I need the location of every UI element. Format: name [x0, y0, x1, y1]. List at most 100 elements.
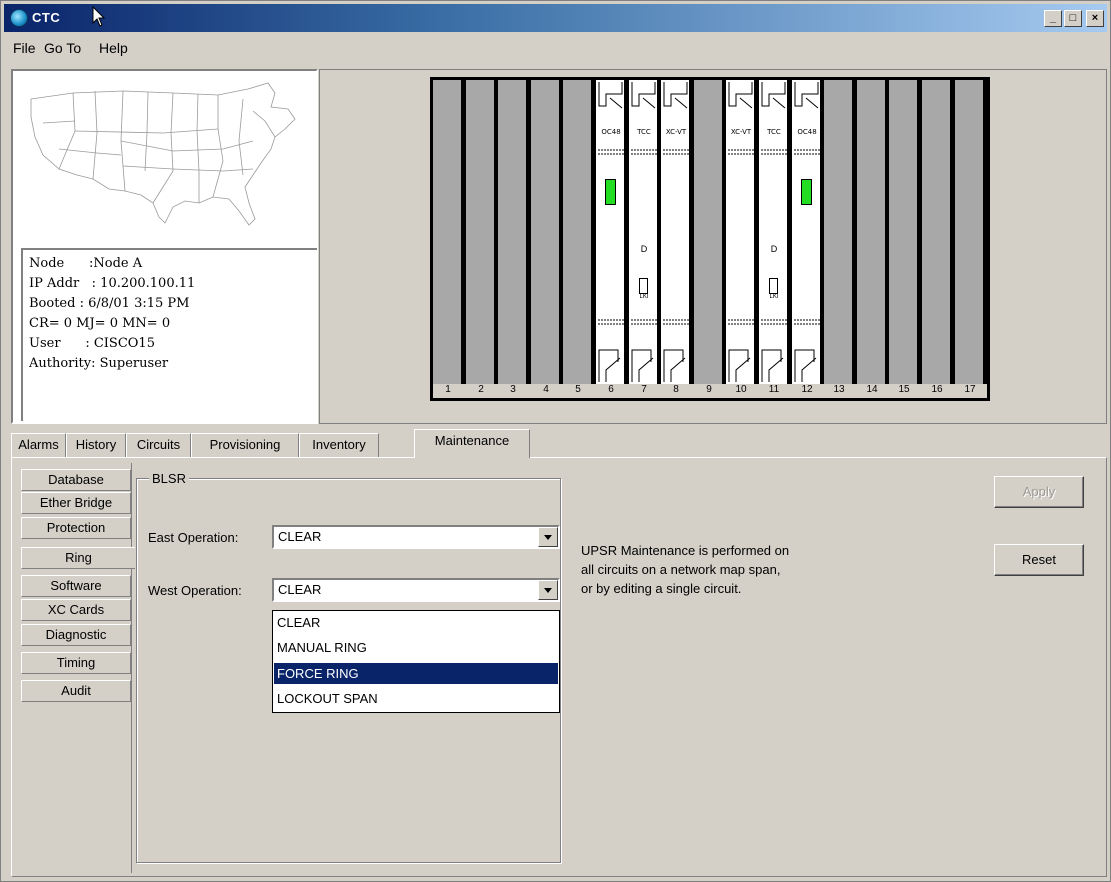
booted-line: Booted : 6/8/01 3:15 PM — [29, 296, 190, 311]
east-operation-select[interactable]: CLEAR — [272, 525, 560, 549]
card-status-led — [801, 179, 812, 205]
empty-slot-17[interactable] — [955, 80, 985, 384]
node-name-line: Node :Node A — [29, 256, 143, 271]
empty-slot-3[interactable] — [498, 80, 528, 384]
empty-slot-16[interactable] — [922, 80, 952, 384]
user-line: User : CISCO15 — [29, 336, 155, 351]
subtab-database[interactable]: Database — [21, 469, 131, 491]
subtab-software[interactable]: Software — [21, 575, 131, 597]
ctc-app-icon — [10, 9, 28, 27]
slot-number-label: 14 — [866, 384, 878, 395]
window-title: CTC — [32, 10, 61, 25]
close-button[interactable]: × — [1086, 10, 1104, 27]
slot-number-label: 5 — [575, 384, 581, 395]
menu-bar: File Go To Help — [4, 36, 1107, 62]
subtab-timing[interactable]: Timing — [21, 652, 131, 674]
card-type-label: XC-VT — [665, 128, 687, 136]
tab-alarms[interactable]: Alarms — [11, 433, 66, 457]
empty-slot-5[interactable] — [563, 80, 593, 384]
option-manual-ring[interactable]: MANUAL RING — [274, 637, 558, 658]
card-faceplate-icon — [663, 82, 689, 382]
us-map[interactable] — [13, 71, 316, 246]
west-operation-dropdown-list: CLEAR MANUAL RING FORCE RING LOCKOUT SPA… — [272, 610, 560, 713]
alarm-counts-line: CR= 0 MJ= 0 MN= 0 — [29, 316, 171, 331]
chevron-down-icon[interactable] — [538, 580, 558, 600]
ctc-window: CTC _ □ × File Go To Help Node:Node A I… — [0, 0, 1111, 882]
subtab-audit[interactable]: Audit — [21, 680, 131, 702]
blsr-group-title: BLSR — [149, 471, 189, 486]
main-tab-bar: Alarms History Circuits Provisioning Inv… — [11, 429, 1107, 458]
slot-number-label: 10 — [735, 384, 747, 395]
card-slot-6[interactable]: OC48 — [596, 80, 626, 384]
maximize-button[interactable]: □ — [1064, 10, 1082, 27]
subtab-diagnostic[interactable]: Diagnostic — [21, 624, 131, 646]
card-slot-12[interactable]: OC48 — [792, 80, 822, 384]
tab-history[interactable]: History — [66, 433, 126, 457]
card-slot-8[interactable]: XC-VT — [661, 80, 691, 384]
slot-number-label: 7 — [641, 384, 647, 395]
chevron-down-icon[interactable] — [538, 527, 558, 547]
minimize-button[interactable]: _ — [1044, 10, 1062, 27]
card-type-label: TCC — [767, 128, 781, 136]
menu-file[interactable]: File — [13, 40, 36, 56]
empty-slot-2[interactable] — [466, 80, 496, 384]
card-port-label: LKI — [639, 294, 649, 300]
apply-button[interactable]: Apply — [994, 476, 1084, 508]
minimize-icon: _ — [1049, 12, 1057, 24]
tab-circuits[interactable]: Circuits — [126, 433, 191, 457]
menu-go-to[interactable]: Go To — [44, 40, 81, 56]
info-line-2: all circuits on a network map span, — [581, 562, 781, 577]
subtab-xc-cards[interactable]: XC Cards — [21, 599, 131, 621]
subtab-protection[interactable]: Protection — [21, 517, 131, 539]
slot-number-label: 12 — [801, 384, 813, 395]
option-clear[interactable]: CLEAR — [274, 612, 558, 633]
empty-slot-9[interactable] — [694, 80, 724, 384]
card-slot-10[interactable]: XC-VT — [726, 80, 756, 384]
card-port-label: LKI — [769, 294, 779, 300]
empty-slot-13[interactable] — [824, 80, 854, 384]
option-force-ring[interactable]: FORCE RING — [274, 663, 558, 684]
subtab-ether-bridge[interactable]: Ether Bridge — [21, 492, 131, 514]
tab-maintenance[interactable]: Maintenance — [414, 429, 530, 458]
card-type-label: TCC — [637, 128, 651, 136]
empty-slot-4[interactable] — [531, 80, 561, 384]
slot-number-row: 1 2 3 4 5 6 7 8 9 10 11 12 13 14 15 16 17 — [433, 384, 987, 398]
tab-inventory[interactable]: Inventory — [299, 433, 379, 457]
card-slot-11[interactable]: TCC D LKI — [759, 80, 789, 384]
authority-line: Authority: Superuser — [29, 356, 169, 371]
reset-button[interactable]: Reset — [994, 544, 1084, 576]
card-status-indicator: D — [640, 244, 648, 254]
upsr-info-text: UPSR Maintenance is performed on all cir… — [581, 541, 881, 598]
maximize-icon: □ — [1069, 12, 1077, 24]
slot-number-label: 16 — [931, 384, 943, 395]
node-info-panel: Node :Node A IP Addr : 10.200.100.11 Boote… — [21, 248, 317, 421]
slot-number-label: 2 — [478, 384, 484, 395]
card-type-label: XC-VT — [730, 128, 752, 136]
info-line-3: or by editing a single circuit. — [581, 581, 742, 596]
card-port-icon — [769, 278, 778, 294]
empty-slot-1[interactable] — [433, 80, 463, 384]
card-faceplate-icon — [794, 82, 820, 382]
menu-help[interactable]: Help — [99, 40, 128, 56]
empty-slot-14[interactable] — [857, 80, 887, 384]
slot-number-label: 17 — [964, 384, 976, 395]
subtab-ring[interactable]: Ring — [21, 547, 135, 569]
tab-provisioning[interactable]: Provisioning — [191, 433, 299, 457]
card-slot-7[interactable]: TCC D LKI — [629, 80, 659, 384]
west-operation-select[interactable]: CLEAR — [272, 578, 560, 602]
empty-slot-15[interactable] — [889, 80, 919, 384]
option-lockout-span[interactable]: LOCKOUT SPAN — [274, 688, 558, 709]
west-operation-value: CLEAR — [278, 582, 322, 597]
card-port-icon — [639, 278, 648, 294]
slot-number-label: 15 — [898, 384, 910, 395]
ip-address-line: IP Addr : 10.200.100.11 — [29, 276, 196, 291]
slot-number-label: 6 — [608, 384, 614, 395]
card-faceplate-icon — [598, 82, 624, 382]
west-operation-label: West Operation: — [148, 583, 242, 598]
mouse-pointer-icon — [92, 6, 106, 27]
title-bar[interactable]: CTC _ □ × — [4, 4, 1107, 32]
card-type-label: OC48 — [601, 128, 621, 136]
slot-number-label: 1 — [445, 384, 451, 395]
card-faceplate-icon — [728, 82, 754, 382]
card-type-label: OC48 — [797, 128, 817, 136]
